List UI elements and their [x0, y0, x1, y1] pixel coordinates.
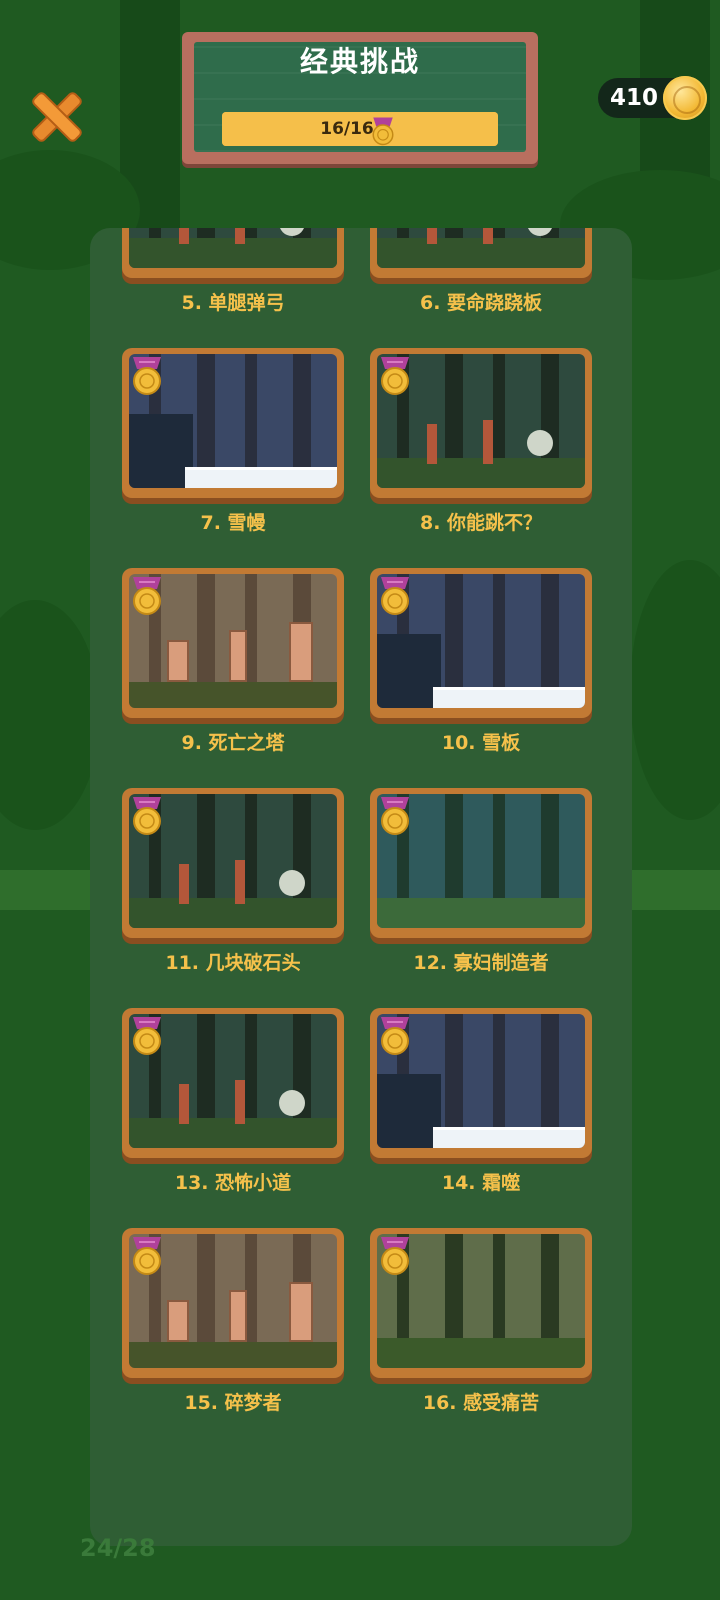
level-title: 5. 单腿弹弓: [181, 292, 285, 314]
scene-tower: [229, 630, 247, 682]
level-thumbnail-frame[interactable]: [370, 1228, 592, 1378]
gold-medal-icon: [381, 577, 409, 615]
level-title: 14. 霜噬: [441, 1172, 521, 1194]
scene-post: [483, 420, 493, 464]
scene-post: [483, 228, 493, 244]
level-thumbnail-frame[interactable]: [122, 568, 344, 718]
scene-tower: [167, 640, 189, 682]
level-title: 15. 碎梦者: [184, 1392, 282, 1414]
level-thumbnail-frame[interactable]: [370, 568, 592, 718]
level-card[interactable]: 11. 几块破石头: [122, 788, 344, 978]
scene-snow: [185, 467, 337, 488]
level-thumbnail-frame[interactable]: [122, 348, 344, 498]
level-title: 12. 寡妇制造者: [413, 952, 549, 974]
level-thumbnail-frame[interactable]: [122, 1008, 344, 1158]
level-card[interactable]: 7. 雪幔: [122, 348, 344, 538]
scene-post: [235, 1080, 245, 1124]
level-card[interactable]: 14. 霜噬: [370, 1008, 592, 1198]
gold-medal-icon: [133, 577, 161, 615]
scene-ground: [129, 1342, 337, 1368]
level-thumbnail-frame[interactable]: [370, 228, 592, 278]
gold-medal-icon: [133, 357, 161, 395]
level-title: 16. 感受痛苦: [422, 1392, 540, 1414]
gold-coin-icon: [663, 76, 707, 120]
scene-tower: [229, 1290, 247, 1342]
level-thumbnail: [129, 228, 337, 268]
scene-post: [235, 860, 245, 904]
level-thumbnail-frame[interactable]: [370, 1008, 592, 1158]
gold-medal-icon: [381, 1237, 409, 1275]
gold-medal-icon: [133, 797, 161, 835]
scene-ledge: [129, 414, 193, 488]
level-title: 13. 恐怖小道: [174, 1172, 292, 1194]
scene-post: [427, 228, 437, 244]
scene-post: [179, 864, 189, 904]
scene-ground: [377, 458, 585, 488]
gold-medal-icon: [133, 1017, 161, 1055]
level-panel[interactable]: 5. 单腿弹弓 6. 要命跷跷板 7. 雪幔 8. 你能跳不？ 9. 死亡之塔 10. 雪…: [90, 228, 632, 1546]
scene-rock: [279, 870, 305, 896]
scene-ground: [129, 898, 337, 928]
level-title: 6. 要命跷跷板: [419, 292, 543, 314]
level-card[interactable]: 5. 单腿弹弓: [122, 228, 344, 318]
scene-ledge: [377, 634, 441, 708]
level-card[interactable]: 12. 寡妇制造者: [370, 788, 592, 978]
gold-medal-icon: [381, 797, 409, 835]
scene-ground: [129, 238, 337, 268]
scene-tower: [167, 1300, 189, 1342]
level-title: 8. 你能跳不？: [419, 512, 543, 534]
scene-post: [427, 424, 437, 464]
footer-count: 24/28: [80, 1534, 156, 1562]
level-thumbnail-frame[interactable]: [122, 788, 344, 938]
bg-foliage: [630, 560, 720, 820]
gold-medal-icon: [381, 357, 409, 395]
level-title: 11. 几块破石头: [165, 952, 301, 974]
gold-medal-icon: [381, 1017, 409, 1055]
coin-count: 410: [610, 85, 659, 111]
scene-ground: [377, 898, 585, 928]
scene-rock: [527, 430, 553, 456]
scene-tower: [289, 622, 313, 682]
page-title: 经典挑战: [299, 45, 420, 78]
level-thumbnail: [377, 228, 585, 268]
level-thumbnail-frame[interactable]: [370, 348, 592, 498]
level-card[interactable]: 16. 感受痛苦: [370, 1228, 592, 1418]
scene-tower: [289, 1282, 313, 1342]
level-thumbnail-frame[interactable]: [122, 228, 344, 278]
bg-foliage: [0, 600, 100, 830]
close-button[interactable]: [26, 86, 88, 148]
progress-bar: 16/16: [222, 112, 498, 146]
level-card[interactable]: 9. 死亡之塔: [122, 568, 344, 758]
gold-medal-icon: [372, 117, 394, 146]
scene-ground: [129, 1118, 337, 1148]
level-title: 7. 雪幔: [200, 512, 266, 534]
gold-medal-icon: [133, 1237, 161, 1275]
scene-ground: [377, 238, 585, 268]
progress-text: 16/16: [320, 119, 374, 139]
level-card[interactable]: 15. 碎梦者: [122, 1228, 344, 1418]
close-x-icon: [32, 92, 82, 142]
scene-ledge: [377, 1074, 441, 1148]
scene-snow: [433, 1127, 585, 1148]
level-thumbnail-frame[interactable]: [370, 788, 592, 938]
level-card[interactable]: 10. 雪板: [370, 568, 592, 758]
scene-post: [179, 228, 189, 244]
level-title: 9. 死亡之塔: [181, 732, 285, 754]
scene-ground: [377, 1338, 585, 1368]
scene-post: [179, 1084, 189, 1124]
scene-post: [235, 228, 245, 244]
scene-ground: [129, 682, 337, 708]
level-card[interactable]: 13. 恐怖小道: [122, 1008, 344, 1198]
scene-snow: [433, 687, 585, 708]
level-card[interactable]: 6. 要命跷跷板: [370, 228, 592, 318]
level-title: 10. 雪板: [441, 732, 521, 754]
level-thumbnail-frame[interactable]: [122, 1228, 344, 1378]
scene-rock: [279, 1090, 305, 1116]
level-card[interactable]: 8. 你能跳不？: [370, 348, 592, 538]
